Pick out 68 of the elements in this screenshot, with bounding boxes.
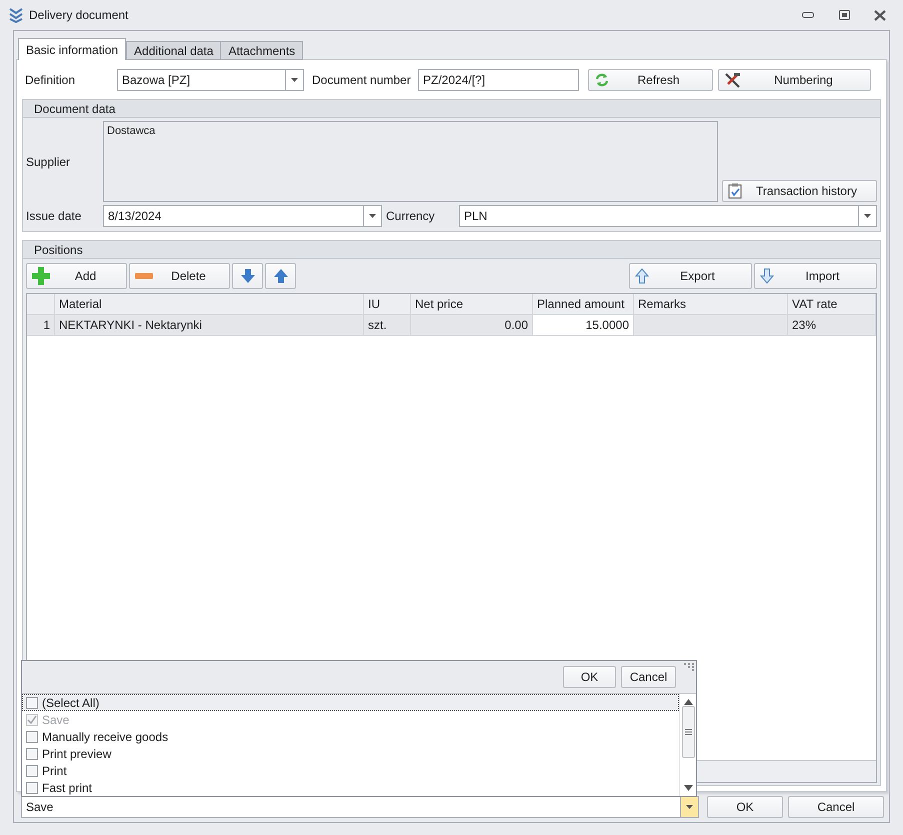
- minimize-icon: [802, 12, 814, 18]
- move-down-button[interactable]: [232, 263, 263, 289]
- dropdown-button[interactable]: [286, 69, 304, 91]
- numbering-button[interactable]: Numbering: [718, 69, 871, 91]
- field-label: Supplier: [26, 154, 72, 168]
- ok-button[interactable]: OK: [707, 796, 783, 818]
- caret-icon: [686, 805, 693, 809]
- arrow-down-icon: [240, 269, 254, 283]
- refresh-button[interactable]: Refresh: [588, 69, 713, 91]
- scrollbar[interactable]: [679, 694, 696, 796]
- issue-date-field[interactable]: 8/13/2024: [103, 205, 364, 227]
- clipboard-check-icon: [728, 183, 742, 199]
- close-icon: [874, 10, 886, 20]
- cancel-button[interactable]: Cancel: [621, 666, 676, 688]
- group-title: Document data: [23, 100, 880, 118]
- arrow-up-icon: [274, 269, 288, 283]
- grip-icon: [684, 729, 692, 735]
- app-logo-icon: [9, 7, 23, 23]
- tab[interactable]: Basic information: [18, 38, 126, 60]
- column-header[interactable]: VAT rate: [788, 294, 876, 314]
- column-header[interactable]: Planned amount: [533, 294, 634, 314]
- cancel-button[interactable]: Cancel: [788, 796, 884, 818]
- arrow-up-icon: [635, 268, 649, 284]
- ok-button[interactable]: OK: [563, 666, 616, 688]
- delete-button[interactable]: Delete: [129, 263, 230, 289]
- caret-icon: [369, 214, 376, 218]
- document-number-field[interactable]: PZ/2024/[?]: [418, 69, 579, 91]
- plus-icon: [32, 267, 50, 285]
- supplier-field[interactable]: Dostawca: [103, 121, 718, 202]
- checkbox[interactable]: [26, 782, 38, 794]
- checkbox[interactable]: [26, 748, 38, 760]
- column-header[interactable]: Remarks: [634, 294, 788, 314]
- hammer-wrench-icon: [724, 72, 742, 88]
- caret-icon: [864, 214, 871, 218]
- resize-grip-icon: [684, 663, 694, 671]
- dropdown-button[interactable]: [681, 796, 699, 818]
- field-label: Document number: [311, 73, 412, 87]
- export-button[interactable]: Export: [629, 263, 752, 289]
- definition-field[interactable]: Bazowa [PZ]: [117, 69, 286, 91]
- window-title: Delivery document: [29, 8, 130, 22]
- field-label: Issue date: [26, 209, 82, 223]
- field-label: Definition: [24, 73, 76, 87]
- check-icon: [27, 715, 37, 724]
- minus-icon: [135, 272, 153, 280]
- caret-icon: [291, 78, 298, 82]
- dropdown-button[interactable]: [364, 205, 382, 227]
- group-title: Positions: [23, 241, 880, 259]
- column-header[interactable]: Net price: [411, 294, 533, 314]
- move-up-button[interactable]: [265, 263, 296, 289]
- transaction-history-button[interactable]: Transaction history: [722, 180, 877, 202]
- dropdown-button[interactable]: [859, 205, 877, 227]
- checklist-item[interactable]: (Select All): [22, 694, 679, 711]
- tab[interactable]: Additional data: [126, 41, 222, 60]
- arrow-down-icon: [760, 268, 774, 284]
- table-cell: 15.0000: [533, 315, 634, 335]
- column-header[interactable]: IU: [364, 294, 411, 314]
- add-button[interactable]: Add: [26, 263, 127, 289]
- currency-field[interactable]: PLN: [459, 205, 859, 227]
- restore-icon: [838, 10, 850, 20]
- field-label: Currency: [385, 209, 436, 223]
- checkbox[interactable]: [26, 696, 38, 708]
- column-header[interactable]: Material: [55, 294, 364, 314]
- refresh-icon: [594, 72, 610, 88]
- checkbox[interactable]: [26, 764, 38, 776]
- action-field[interactable]: Save: [21, 796, 681, 818]
- tab[interactable]: Attachments: [220, 41, 304, 60]
- checkbox[interactable]: [26, 730, 38, 742]
- import-button[interactable]: Import: [754, 263, 877, 289]
